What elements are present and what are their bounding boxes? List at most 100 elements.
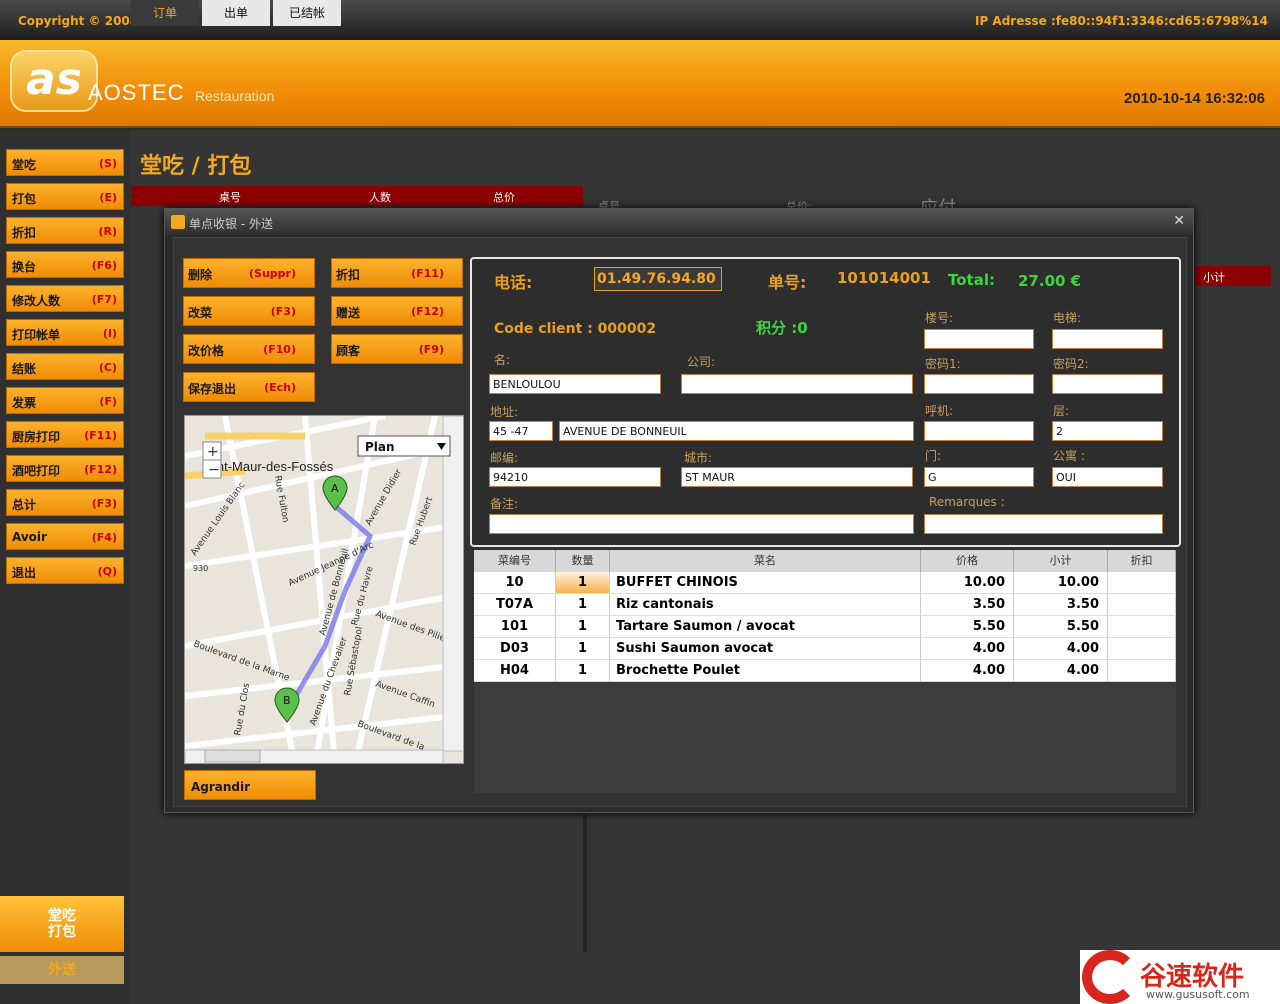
city-field[interactable]: ST MAUR: [681, 467, 913, 487]
total-value: 27.00 €: [1018, 272, 1082, 290]
customer-info-panel: 电话: 01.49.76.94.80 单号: 101014001 Total: …: [470, 257, 1181, 547]
grid-header-name[interactable]: 菜名: [610, 550, 921, 572]
table-row[interactable]: 10 1 BUFFET CHINOIS 10.00 10.00: [474, 572, 1176, 594]
customer-label: 顾客: [336, 344, 361, 358]
sidebar-item-5[interactable]: 打印帐单 (I): [6, 319, 124, 346]
sidebar-item-label: 折扣: [12, 226, 37, 240]
sidebar-item-8[interactable]: 厨房打印 (F11): [6, 421, 124, 448]
map-canvas: int-Maur-des-Fossés Avenue Louis Blanc R…: [185, 416, 464, 763]
sidebar-item-4[interactable]: 修改人数 (F7): [6, 285, 124, 312]
grid-cell-name: Tartare Saumon / avocat: [610, 616, 921, 638]
code2-field[interactable]: [1052, 374, 1163, 394]
phone-field[interactable]: 01.49.76.94.80: [594, 267, 722, 291]
company-field[interactable]: [681, 374, 913, 394]
grid-cell-discount: [1108, 638, 1176, 660]
code1-field[interactable]: [924, 374, 1034, 394]
close-icon[interactable]: ✕: [1173, 213, 1185, 229]
building-field[interactable]: [924, 329, 1034, 349]
datetime: 2010-10-14 16:32:06: [1124, 90, 1265, 107]
street-number-field[interactable]: 45 -47: [489, 421, 553, 441]
sidebar-item-2[interactable]: 折扣 (R): [6, 217, 124, 244]
intercom-field[interactable]: [924, 421, 1034, 441]
grid-header-subtotal[interactable]: 小计: [1014, 550, 1108, 572]
sidebar-item-shortcut: (R): [98, 225, 117, 238]
tab-printed[interactable]: 出单: [202, 0, 270, 26]
sidebar-item-1[interactable]: 打包 (E): [6, 183, 124, 210]
discount-button[interactable]: 折扣 (F11): [331, 258, 463, 288]
tab-paid[interactable]: 已结帐: [273, 0, 341, 26]
sidebar-item-label: 打印帐单: [12, 328, 61, 342]
table-row[interactable]: 101 1 Tartare Saumon / avocat 5.50 5.50: [474, 616, 1176, 638]
sidebar-item-shortcut: (C): [98, 361, 117, 374]
brand-subtitle: Restauration: [195, 88, 275, 104]
marker-a-label: A: [331, 482, 339, 495]
sidebar-item-shortcut: (F4): [91, 531, 117, 544]
svg-text:−: −: [208, 462, 220, 478]
delivery-button[interactable]: 外送: [0, 956, 124, 984]
grid-cell-name: Riz cantonais: [610, 594, 921, 616]
grid-cell-price: 4.00: [921, 638, 1014, 660]
sidebar-item-9[interactable]: 酒吧打印 (F12): [6, 455, 124, 482]
table-row[interactable]: D03 1 Sushi Saumon avocat 4.00 4.00: [474, 638, 1176, 660]
elevator-field[interactable]: [1052, 329, 1163, 349]
order-no-label: 单号:: [768, 273, 807, 292]
sidebar-item-7[interactable]: 发票 (F): [6, 387, 124, 414]
dine-in-takeaway-button[interactable]: 堂吃 打包: [0, 896, 124, 952]
floor-field[interactable]: 2: [1052, 421, 1163, 441]
sidebar-item-11[interactable]: Avoir (F4): [6, 523, 124, 550]
map-scrollbar[interactable]: [442, 416, 464, 752]
grid-header-qty[interactable]: 数量: [556, 550, 610, 572]
table-row[interactable]: T07A 1 Riz cantonais 3.50 3.50: [474, 594, 1176, 616]
grid-cell-subtotal: 5.50: [1014, 616, 1108, 638]
delivery-map[interactable]: int-Maur-des-Fossés Avenue Louis Blanc R…: [184, 415, 464, 764]
note-field[interactable]: [489, 514, 914, 534]
grid-cell-price: 5.50: [921, 616, 1014, 638]
tab-orders[interactable]: 订单: [131, 0, 199, 26]
zip-field[interactable]: 94210: [489, 467, 661, 487]
sidebar-item-0[interactable]: 堂吃 (S): [6, 149, 124, 176]
sidebar-item-shortcut: (F12): [84, 463, 117, 476]
sidebar-item-label: 酒吧打印: [12, 464, 61, 478]
city-label: 城市:: [684, 451, 713, 465]
sidebar-item-label: 堂吃: [12, 158, 37, 172]
grid-cell-subtotal: 4.00: [1014, 660, 1108, 682]
remarks-field[interactable]: [924, 514, 1163, 534]
save-exit-button[interactable]: 保存退出 (Ech): [183, 372, 315, 402]
sidebar-item-shortcut: (F7): [91, 293, 117, 306]
door-field[interactable]: G: [924, 467, 1034, 487]
discount-label: 折扣: [336, 268, 361, 282]
sidebar-item-10[interactable]: 总计 (F3): [6, 489, 124, 516]
grid-header-code[interactable]: 菜编号: [474, 550, 556, 572]
grid-cell-code: D03: [474, 638, 556, 660]
map-place-label: int-Maur-des-Fossés: [214, 459, 334, 474]
grid-cell-code: H04: [474, 660, 556, 682]
code1-label: 密码1:: [925, 357, 961, 371]
change-price-button[interactable]: 改价格 (F10): [183, 334, 315, 364]
page-title: 堂吃 / 打包: [140, 154, 252, 179]
grid-header-price[interactable]: 价格: [921, 550, 1014, 572]
grid-header-discount[interactable]: 折扣: [1108, 550, 1176, 572]
delete-button[interactable]: 删除 (Suppr): [183, 258, 315, 288]
ip-address: IP Adresse :fe80::94f1:3346:cd65:6798%14: [974, 14, 1268, 28]
bg-subtotal-header: 小计: [1195, 266, 1271, 286]
sidebar-item-shortcut: (S): [99, 157, 117, 170]
sidebar-item-3[interactable]: 换台 (F6): [6, 251, 124, 278]
change-dish-button[interactable]: 改菜 (F3): [183, 296, 315, 326]
table-row[interactable]: H04 1 Brochette Poulet 4.00 4.00: [474, 660, 1176, 682]
name-field[interactable]: BENLOULOU: [489, 374, 661, 394]
sidebar-item-6[interactable]: 结账 (C): [6, 353, 124, 380]
grid-cell-qty: 1: [556, 572, 610, 594]
street-field[interactable]: AVENUE DE BONNEUIL: [559, 421, 914, 441]
enlarge-map-button[interactable]: Agrandir: [184, 770, 316, 800]
code2-label: 密码2:: [1053, 357, 1089, 371]
grid-cell-code: T07A: [474, 594, 556, 616]
grid-cell-qty: 1: [556, 638, 610, 660]
sidebar-item-label: 换台: [12, 260, 37, 274]
apartment-field[interactable]: OUI: [1052, 467, 1163, 487]
grid-cell-qty: 1: [556, 594, 610, 616]
sidebar-item-12[interactable]: 退出 (Q): [6, 557, 124, 584]
customer-button[interactable]: 顾客 (F9): [331, 334, 463, 364]
grid-cell-code: 10: [474, 572, 556, 594]
map-hscroll-thumb[interactable]: [204, 749, 261, 763]
gift-button[interactable]: 赠送 (F12): [331, 296, 463, 326]
